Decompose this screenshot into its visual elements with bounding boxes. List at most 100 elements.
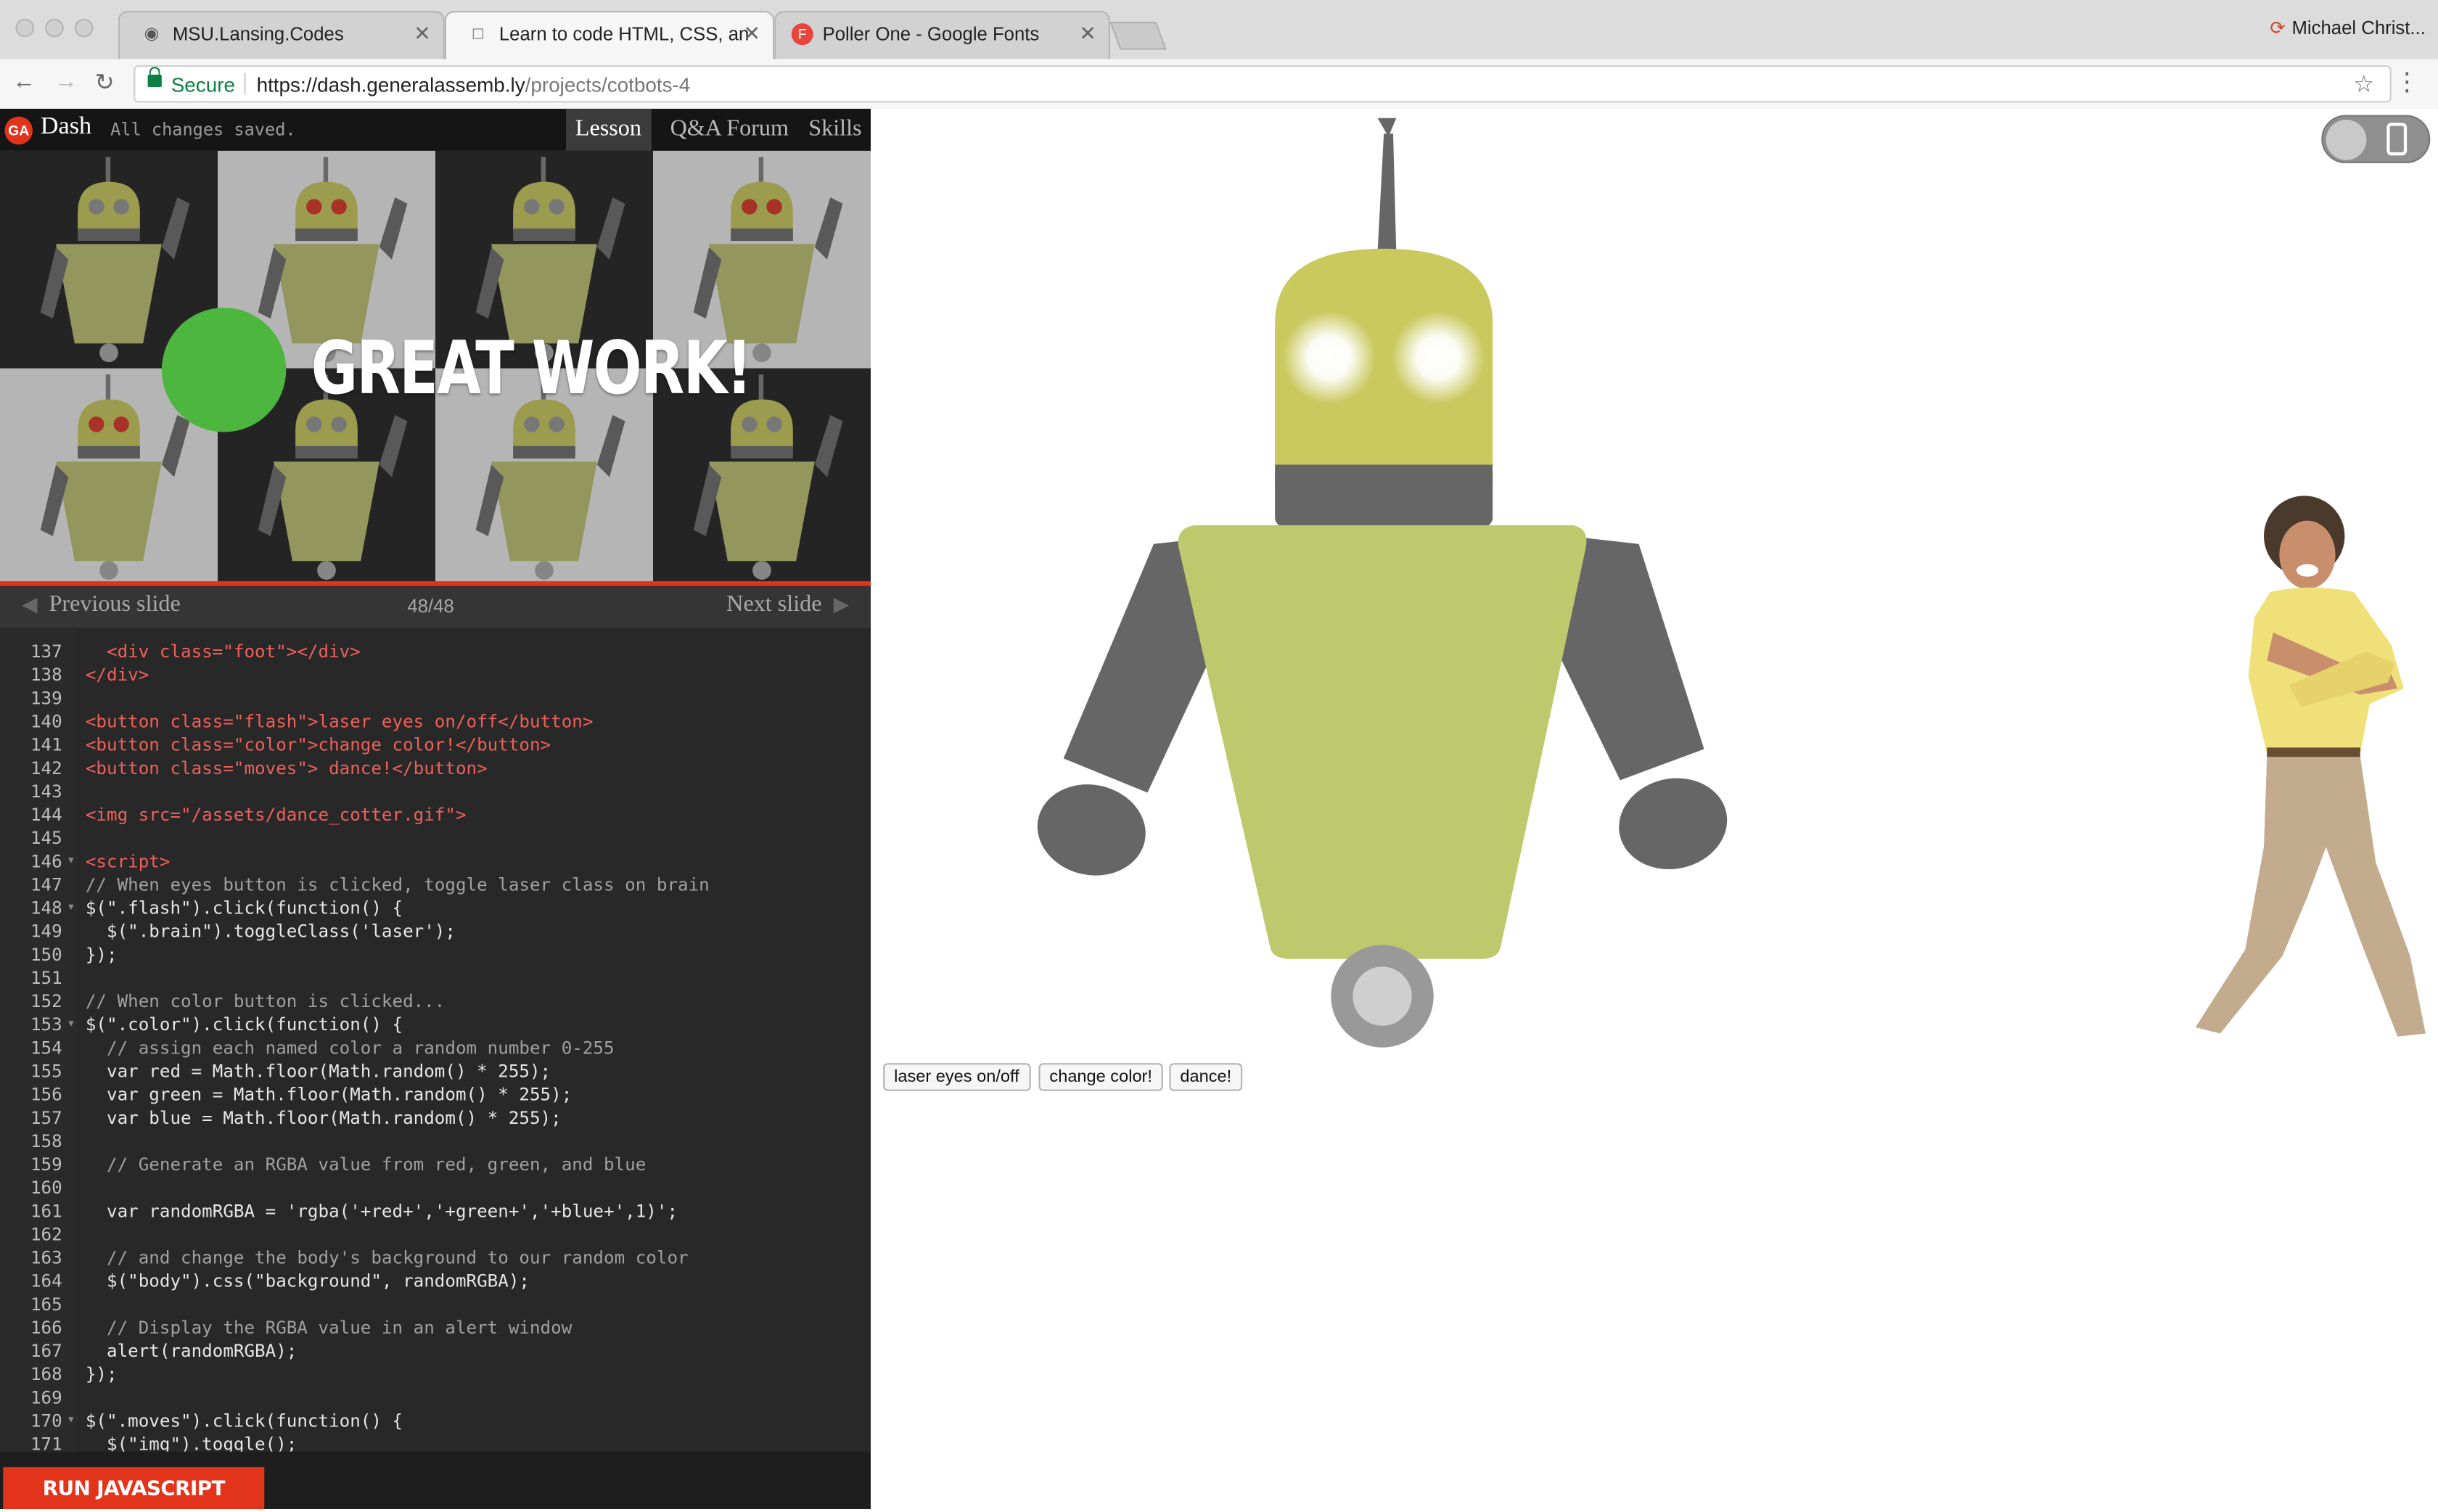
close-tab-icon[interactable]: ✕: [743, 22, 760, 46]
tab-title: Learn to code HTML, CSS, and: [498, 23, 748, 46]
code-line[interactable]: 140 <button class="flash">laser eyes on/o…: [0, 710, 871, 734]
code-line[interactable]: 169: [0, 1386, 871, 1410]
fold-caret-icon[interactable]: ▾: [67, 1410, 75, 1433]
code-line[interactable]: 138 </div>: [0, 664, 871, 687]
code-text: // When eyes button is clicked, toggle l…: [85, 875, 710, 895]
code-line[interactable]: 137 <div class="foot"></div>: [0, 641, 871, 664]
dance-button[interactable]: dance!: [1169, 1063, 1243, 1091]
code-editor[interactable]: 137 <div class="foot"></div> 138 </div> 139…: [0, 628, 871, 1452]
line-number: 167: [30, 1341, 62, 1362]
code-line[interactable]: 145: [0, 827, 871, 850]
code-line[interactable]: 166 // Display the RGBA value in an aler…: [0, 1316, 871, 1339]
browser-tab-msu[interactable]: ◉ MSU.Lansing.Codes ✕: [118, 10, 445, 59]
editor-footer: RUN JAVASCRIPT: [0, 1451, 871, 1510]
code-line[interactable]: 141 <button class="color">change color!</…: [0, 734, 871, 757]
browser-tab-google-fonts[interactable]: F Poller One - Google Fonts ✕: [774, 10, 1110, 59]
line-number: 149: [30, 921, 62, 942]
code-line[interactable]: 156 var green = Math.floor(Math.random()…: [0, 1083, 871, 1106]
close-tab-icon[interactable]: ✕: [414, 22, 430, 46]
line-number: 162: [30, 1224, 62, 1245]
bookmark-star-icon[interactable]: ☆: [2353, 70, 2374, 98]
line-number: 166: [30, 1318, 62, 1339]
close-tab-icon[interactable]: ✕: [1079, 22, 1096, 46]
line-number: 151: [30, 968, 62, 989]
code-line[interactable]: 151: [0, 966, 871, 990]
code-line[interactable]: 159 // Generate an RGBA value from red, …: [0, 1153, 871, 1176]
code-line[interactable]: 170 ▾ $(".moves").click(function() {: [0, 1410, 871, 1433]
code-line[interactable]: 164 $("body").css("background", randomRG…: [0, 1270, 871, 1293]
line-number: 157: [30, 1108, 62, 1129]
dancer-pants: [2195, 757, 2426, 1037]
code-line[interactable]: 162: [0, 1223, 871, 1246]
dancer-face: [2279, 520, 2336, 589]
code-line[interactable]: 167 alert(randomRGBA);: [0, 1340, 871, 1363]
fold-caret-icon[interactable]: ▾: [67, 897, 75, 920]
line-number: 137: [30, 641, 62, 662]
code-line[interactable]: 160: [0, 1177, 871, 1200]
code-line[interactable]: 161 var randomRGBA = 'rgba('+red+','+gre…: [0, 1200, 871, 1223]
caret-left-icon: ◀: [22, 592, 38, 616]
code-line[interactable]: 171 $("img").toggle();: [0, 1433, 871, 1452]
window-close-button[interactable]: [15, 18, 35, 38]
robot-right-eye: [1391, 311, 1485, 404]
laser-eyes-button[interactable]: laser eyes on/off: [883, 1063, 1030, 1091]
code-line[interactable]: 152 // When color button is clicked...: [0, 990, 871, 1014]
line-number: 138: [30, 665, 62, 686]
code-line[interactable]: 142 <button class="moves"> dance!</button…: [0, 757, 871, 780]
forward-arrow-icon[interactable]: →: [54, 68, 78, 94]
code-icon: ◉: [144, 25, 160, 44]
new-tab-button[interactable]: [1109, 21, 1167, 50]
sync-icon: ⟳: [2270, 17, 2286, 39]
code-line[interactable]: 146 ▾ <script>: [0, 850, 871, 874]
previous-slide-label: Previous slide: [49, 592, 181, 617]
tab-skills[interactable]: Skills: [799, 109, 871, 151]
code-line[interactable]: 168});: [0, 1363, 871, 1386]
code-text: $(".brain").toggleClass('laser');: [85, 921, 456, 942]
line-number: 140: [30, 712, 62, 732]
browser-menu-icon[interactable]: ⋮: [2394, 67, 2419, 98]
browser-tab-dash[interactable]: □ Learn to code HTML, CSS, and ✕: [444, 10, 775, 61]
fold-caret-icon[interactable]: ▾: [67, 850, 75, 874]
code-line[interactable]: 147 // When eyes button is clicked, toggl…: [0, 874, 871, 897]
code-text: <button class="flash">laser eyes on/off<…: [85, 712, 594, 732]
preview-pane: laser eyes on/off change color! dance!: [871, 108, 2438, 1510]
code-line[interactable]: 163 // and change the body's background …: [0, 1246, 871, 1270]
change-color-button[interactable]: change color!: [1038, 1063, 1163, 1091]
code-line[interactable]: 165: [0, 1293, 871, 1316]
save-status: All changes saved.: [110, 119, 296, 140]
ga-logo[interactable]: GA: [4, 116, 33, 145]
lesson-slide: GREAT WORK!: [0, 150, 871, 586]
window-zoom-button[interactable]: [74, 18, 94, 38]
code-text: var randomRGBA = 'rgba('+red+','+green+'…: [85, 1201, 678, 1222]
code-line[interactable]: 149 $(".brain").toggleClass('laser');: [0, 920, 871, 943]
app-name[interactable]: Dash: [41, 113, 91, 141]
reload-icon[interactable]: ↻: [95, 68, 115, 96]
code-line[interactable]: 157 var blue = Math.floor(Math.random() …: [0, 1106, 871, 1130]
code-line[interactable]: 144 <img src="/assets/dance_cotter.gif">: [0, 803, 871, 826]
code-line[interactable]: 150});: [0, 943, 871, 966]
run-javascript-button[interactable]: RUN JAVASCRIPT: [3, 1467, 265, 1510]
back-arrow-icon[interactable]: ←: [12, 68, 36, 94]
line-number: 159: [30, 1154, 62, 1175]
code-line[interactable]: 153 ▾ $(".color").click(function() {: [0, 1014, 871, 1037]
tab-qa-forum[interactable]: Q&A Forum: [661, 109, 798, 151]
next-slide-button[interactable]: Next slide ▶: [726, 592, 849, 618]
address-bar[interactable]: Secure https://dash.generalassemb.ly/pro…: [134, 65, 2392, 103]
code-text: $(".flash").click(function() {: [85, 898, 403, 919]
line-number: 163: [30, 1248, 62, 1268]
code-line[interactable]: 155 var red = Math.floor(Math.random() *…: [0, 1060, 871, 1083]
window-minimize-button[interactable]: [45, 18, 64, 38]
code-line[interactable]: 154 // assign each named color a random …: [0, 1037, 871, 1060]
line-number: 154: [30, 1038, 62, 1059]
code-text: <div class="foot"></div>: [85, 641, 361, 662]
tab-title: MSU.Lansing.Codes: [172, 23, 344, 46]
previous-slide-button[interactable]: ◀ Previous slide: [22, 592, 181, 618]
tab-lesson[interactable]: Lesson: [566, 108, 651, 151]
code-line[interactable]: 139: [0, 687, 871, 710]
code-line[interactable]: 148 ▾ $(".flash").click(function() {: [0, 897, 871, 920]
code-line[interactable]: 158: [0, 1130, 871, 1153]
fold-caret-icon[interactable]: ▾: [67, 1014, 75, 1037]
code-line[interactable]: 143: [0, 780, 871, 803]
device-preview-toggle[interactable]: [2321, 115, 2431, 163]
browser-profile[interactable]: ⟳ Michael Christ...: [2270, 17, 2425, 39]
